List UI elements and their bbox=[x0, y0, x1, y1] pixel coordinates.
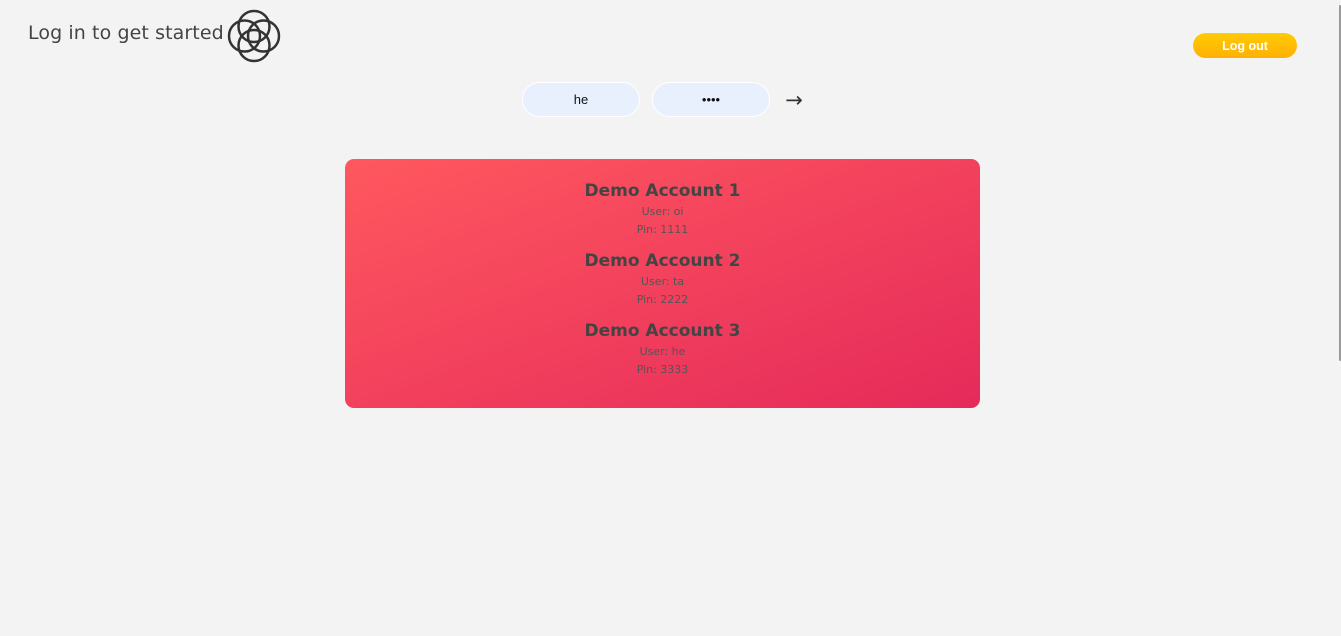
demo-account-3: Demo Account 3 User: he Pin: 3333 bbox=[345, 319, 980, 379]
logo-icon bbox=[227, 9, 281, 63]
demo-account-user: User: oi bbox=[641, 205, 684, 218]
demo-account-pin: Pin: 3333 bbox=[636, 363, 689, 376]
demo-account-title: Demo Account 2 bbox=[584, 251, 741, 271]
demo-account-user: User: ta bbox=[640, 275, 685, 288]
demo-account-pin: Pin: 1111 bbox=[636, 223, 689, 236]
login-pin-input[interactable] bbox=[652, 82, 770, 117]
demo-account-2: Demo Account 2 User: ta Pin: 2222 bbox=[345, 249, 980, 309]
demo-account-pin: Pin: 2222 bbox=[636, 293, 689, 306]
demo-account-1: Demo Account 1 User: oi Pin: 1111 bbox=[345, 179, 980, 239]
login-submit-button[interactable]: → bbox=[779, 86, 809, 114]
welcome-message: Log in to get started bbox=[28, 22, 224, 44]
demo-accounts-card: Demo Account 1 User: oi Pin: 1111 Demo A… bbox=[345, 159, 980, 408]
demo-account-title: Demo Account 1 bbox=[584, 181, 741, 201]
logout-button[interactable]: Log out bbox=[1193, 33, 1297, 58]
login-user-input[interactable] bbox=[522, 82, 640, 117]
demo-account-user: User: he bbox=[639, 345, 686, 358]
demo-account-title: Demo Account 3 bbox=[584, 321, 741, 341]
arrow-right-icon: → bbox=[785, 88, 803, 112]
